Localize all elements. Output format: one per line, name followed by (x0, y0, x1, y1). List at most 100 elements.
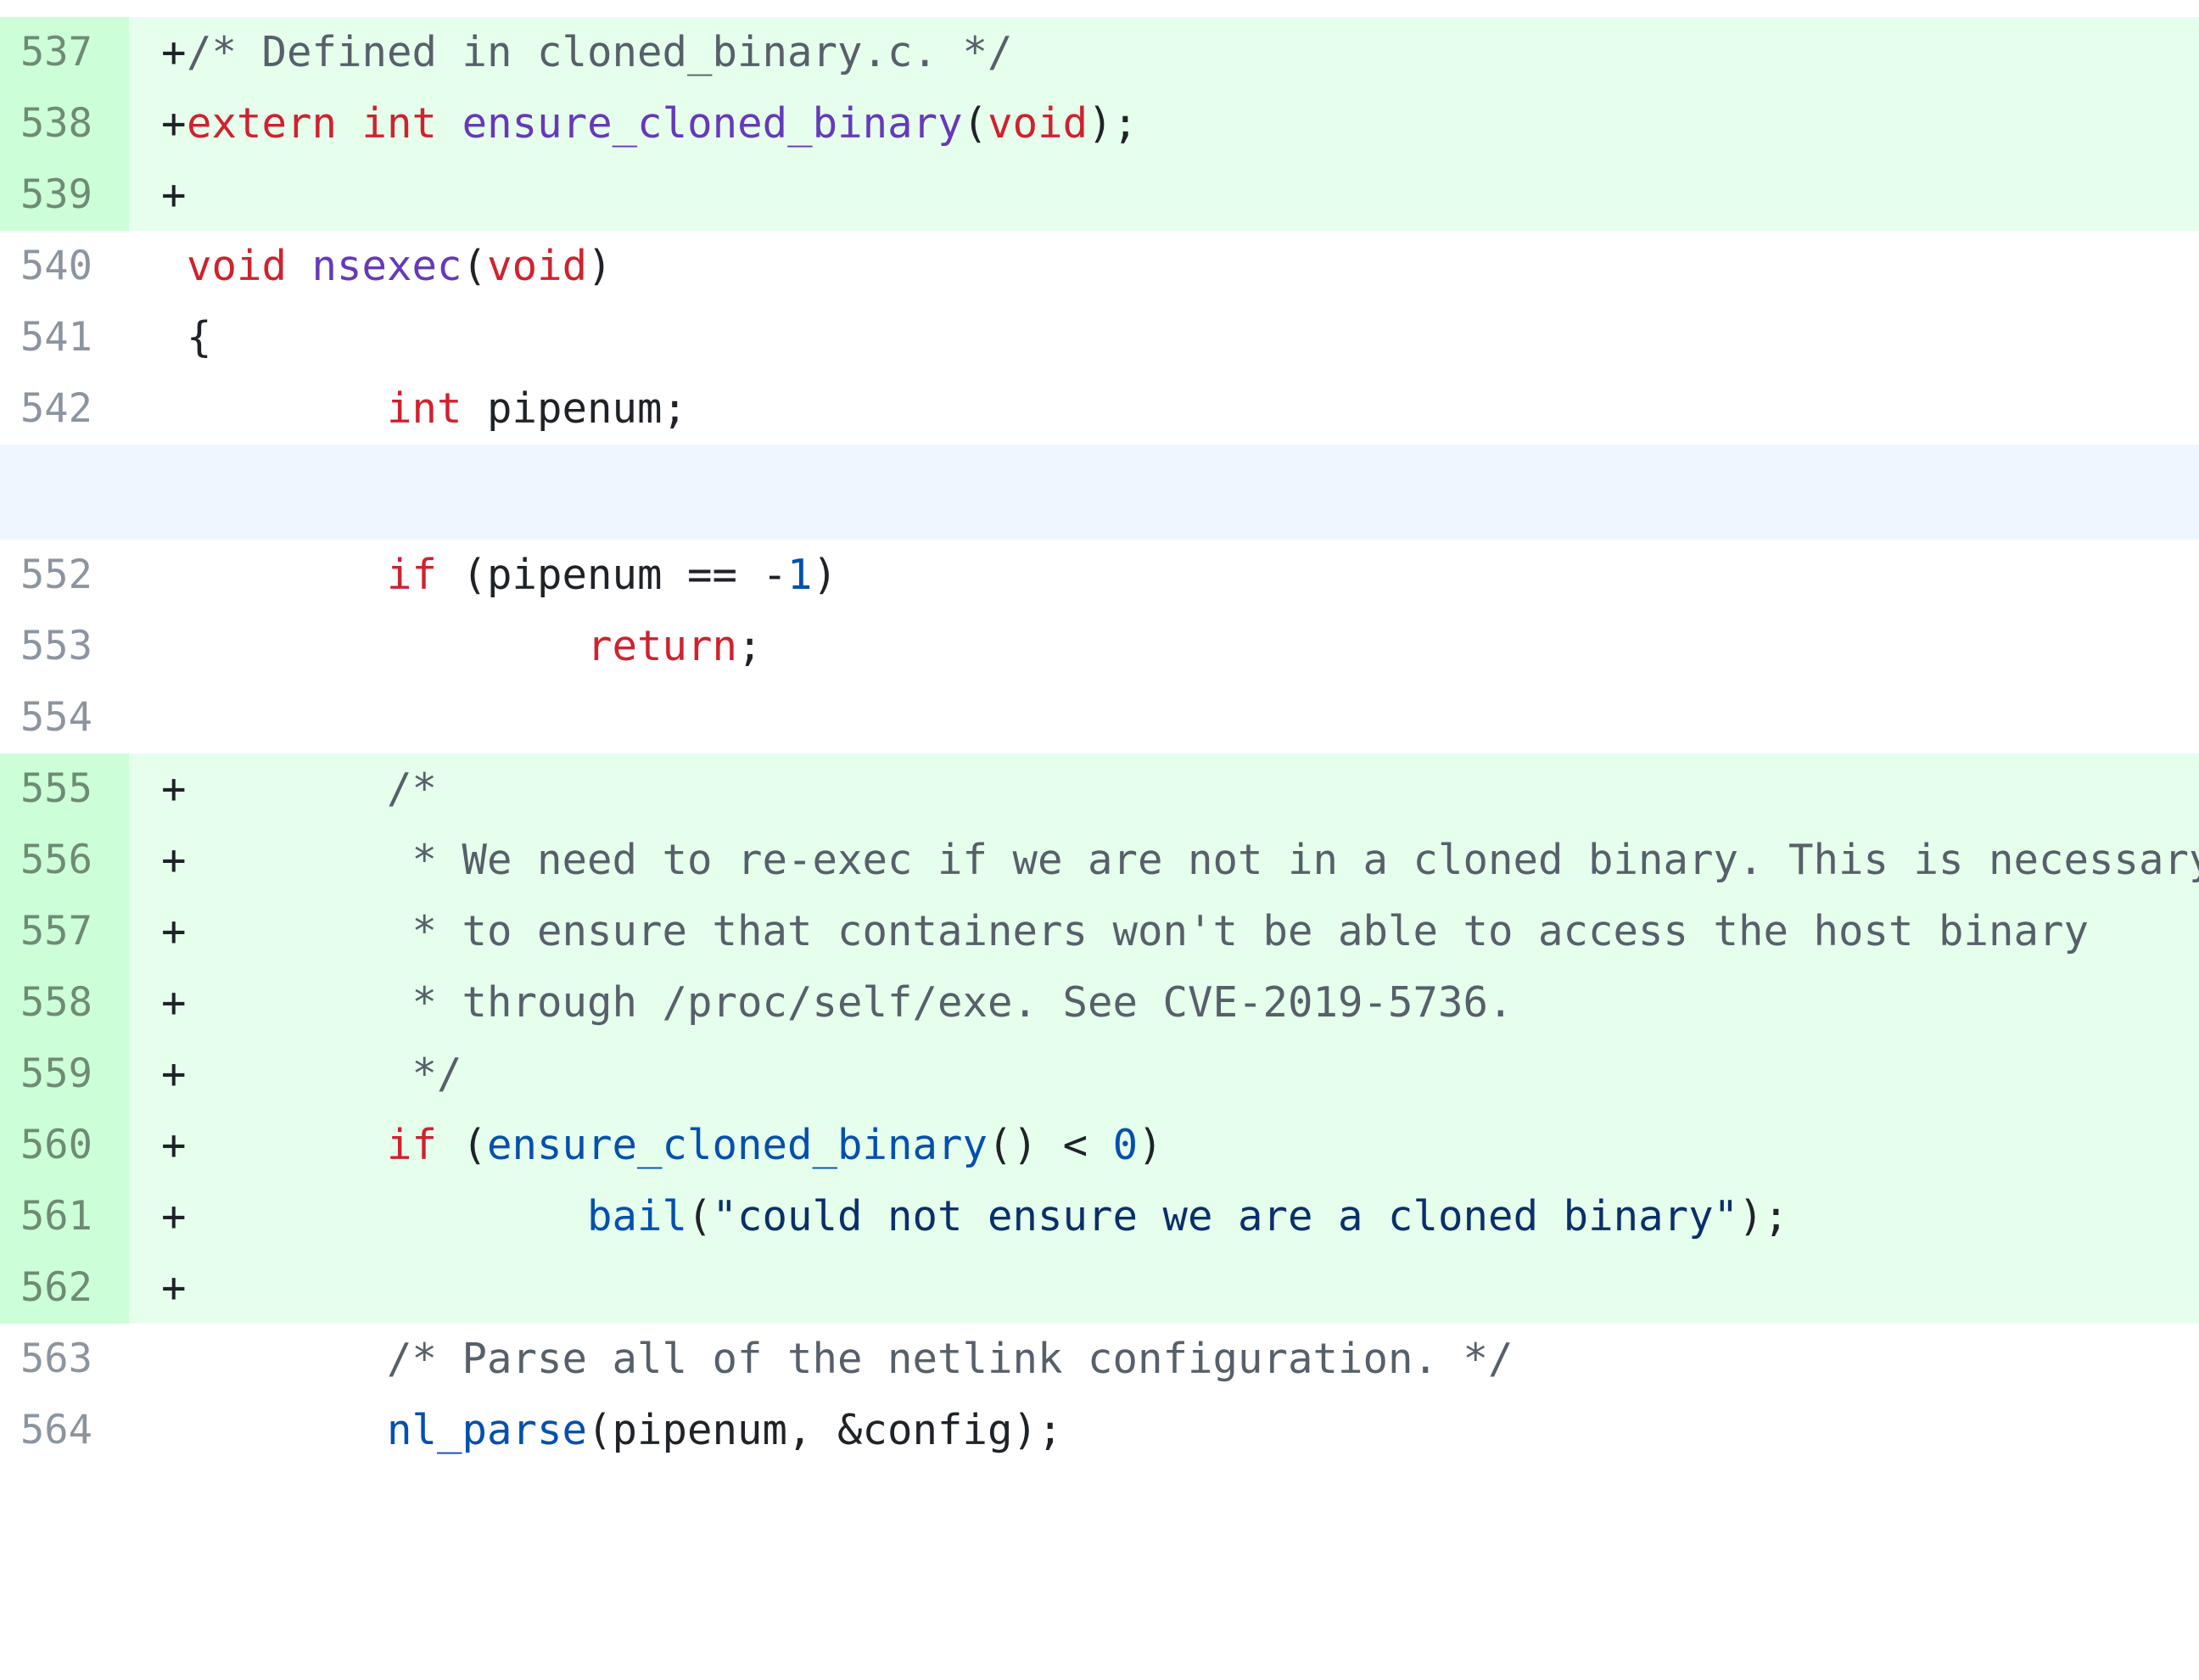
hunk-expander[interactable] (0, 445, 2199, 540)
code-text: if (ensure_cloned_binary() < 0) (187, 1110, 1163, 1181)
diff-marker-added: + (161, 28, 187, 76)
diff-line-added[interactable]: 558 + * through /proc/self/exe. See CVE-… (0, 967, 2199, 1039)
code-token: (pipenum == - (437, 551, 788, 599)
line-number[interactable]: 540 (0, 231, 129, 302)
line-number[interactable]: 552 (0, 540, 129, 611)
code-comment: /* Parse all of the netlink configuratio… (387, 1335, 1514, 1383)
diff-line-added[interactable]: 539 + (0, 160, 2199, 231)
diff-marker-added: + (161, 836, 187, 884)
code-token: (pipenum, &config); (587, 1406, 1063, 1454)
code-function-call: nl_parse (387, 1406, 588, 1454)
code-keyword: if (387, 1121, 438, 1169)
code-function-call: ensure_cloned_binary (487, 1121, 988, 1169)
line-number[interactable]: 563 (0, 1324, 129, 1395)
code-token: ); (1088, 99, 1139, 148)
line-number[interactable]: 556 (0, 825, 129, 896)
code-text: * to ensure that containers won't be abl… (187, 896, 2090, 967)
diff-line-context[interactable]: 542 int pipenum; (0, 373, 2199, 445)
code-comment: * We need to re-exec if we are not in a … (387, 836, 2199, 884)
code-function-name: ensure_cloned_binary (462, 99, 963, 148)
line-number[interactable]: 553 (0, 611, 129, 682)
code-number: 0 (1112, 1121, 1139, 1169)
diff-line-added[interactable]: 537 + /* Defined in cloned_binary.c. */ (0, 17, 2199, 88)
diff-line-added[interactable]: 538 + extern int ensure_cloned_binary(vo… (0, 88, 2199, 160)
code-keyword: extern (187, 99, 338, 148)
diff-line-context[interactable]: 541 { (0, 302, 2199, 373)
diff-marker-added: + (161, 1192, 187, 1240)
code-token: ( (687, 1192, 713, 1240)
code-comment: * to ensure that containers won't be abl… (387, 907, 2090, 955)
diff-marker-added: + (161, 1121, 187, 1169)
code-text: * through /proc/self/exe. See CVE-2019-5… (187, 967, 1514, 1039)
code-text: /* (187, 753, 437, 825)
code-keyword: void (487, 242, 588, 290)
diff-line-context[interactable]: 563 /* Parse all of the netlink configur… (0, 1324, 2199, 1395)
diff-line-added[interactable]: 560 + if (ensure_cloned_binary() < 0) (0, 1110, 2199, 1181)
line-number[interactable]: 541 (0, 302, 129, 373)
code-token: ( (962, 99, 988, 148)
code-token: ) (587, 242, 613, 290)
line-number[interactable]: 561 (0, 1181, 129, 1252)
line-number[interactable]: 562 (0, 1252, 129, 1324)
line-number[interactable]: 554 (0, 682, 129, 753)
line-number[interactable]: 542 (0, 373, 129, 445)
diff-line-added[interactable]: 561 + bail("could not ensure we are a cl… (0, 1181, 2199, 1252)
line-number[interactable]: 539 (0, 160, 129, 231)
code-text: /* Defined in cloned_binary.c. */ (187, 17, 1013, 88)
line-number[interactable]: 559 (0, 1039, 129, 1110)
code-text: */ (187, 1039, 462, 1110)
code-text: * We need to re-exec if we are not in a … (187, 825, 2199, 896)
code-comment: /* Defined in cloned_binary.c. */ (187, 28, 1013, 76)
diff-line-added[interactable]: 557 + * to ensure that containers won't … (0, 896, 2199, 967)
code-text: return; (187, 611, 763, 682)
diff-line-added[interactable]: 559 + */ (0, 1039, 2199, 1110)
code-token: () < (988, 1121, 1113, 1169)
code-text: /* Parse all of the netlink configuratio… (187, 1324, 1514, 1395)
code-keyword: int (361, 99, 438, 148)
code-comment: * through /proc/self/exe. See CVE-2019-5… (387, 978, 1514, 1027)
diff-line-context[interactable]: 564 nl_parse(pipenum, &config); (0, 1395, 2199, 1466)
diff-marker-added: + (161, 978, 187, 1027)
code-token: ) (812, 551, 838, 599)
code-comment: */ (387, 1050, 462, 1098)
line-number[interactable]: 537 (0, 17, 129, 88)
diff-line-added[interactable]: 556 + * We need to re-exec if we are not… (0, 825, 2199, 896)
diff-line-context[interactable]: 552 if (pipenum == -1) (0, 540, 2199, 611)
line-number[interactable]: 564 (0, 1395, 129, 1466)
diff-line-added[interactable]: 562 + (0, 1252, 2199, 1324)
code-token: ( (462, 242, 488, 290)
diff-line-context[interactable]: 554 (0, 682, 2199, 753)
line-number[interactable]: 557 (0, 896, 129, 967)
line-number[interactable]: 558 (0, 967, 129, 1039)
code-function-name: nsexec (311, 242, 462, 290)
code-text: nl_parse(pipenum, &config); (187, 1395, 1063, 1466)
code-text: extern int ensure_cloned_binary(void); (187, 88, 1138, 160)
diff-line-context[interactable]: 540 void nsexec(void) (0, 231, 2199, 302)
diff-marker-added: + (161, 1050, 187, 1098)
code-keyword: return (587, 622, 738, 670)
code-token: { (187, 313, 212, 361)
line-number[interactable]: 538 (0, 88, 129, 160)
code-function-call: bail (587, 1192, 688, 1240)
code-keyword: if (387, 551, 438, 599)
code-text: { (187, 302, 212, 373)
diff-line-added[interactable]: 555 + /* (0, 753, 2199, 825)
code-number: 1 (787, 551, 813, 599)
diff-line-context[interactable]: 553 return; (0, 611, 2199, 682)
line-number[interactable]: 555 (0, 753, 129, 825)
diff-marker-added: + (161, 99, 187, 148)
code-token: ) (1138, 1121, 1163, 1169)
code-keyword: void (988, 99, 1088, 148)
diff-marker-added: + (161, 1263, 187, 1312)
line-number[interactable]: 560 (0, 1110, 129, 1181)
diff-marker-added: + (161, 907, 187, 955)
code-keyword: int (387, 384, 462, 433)
